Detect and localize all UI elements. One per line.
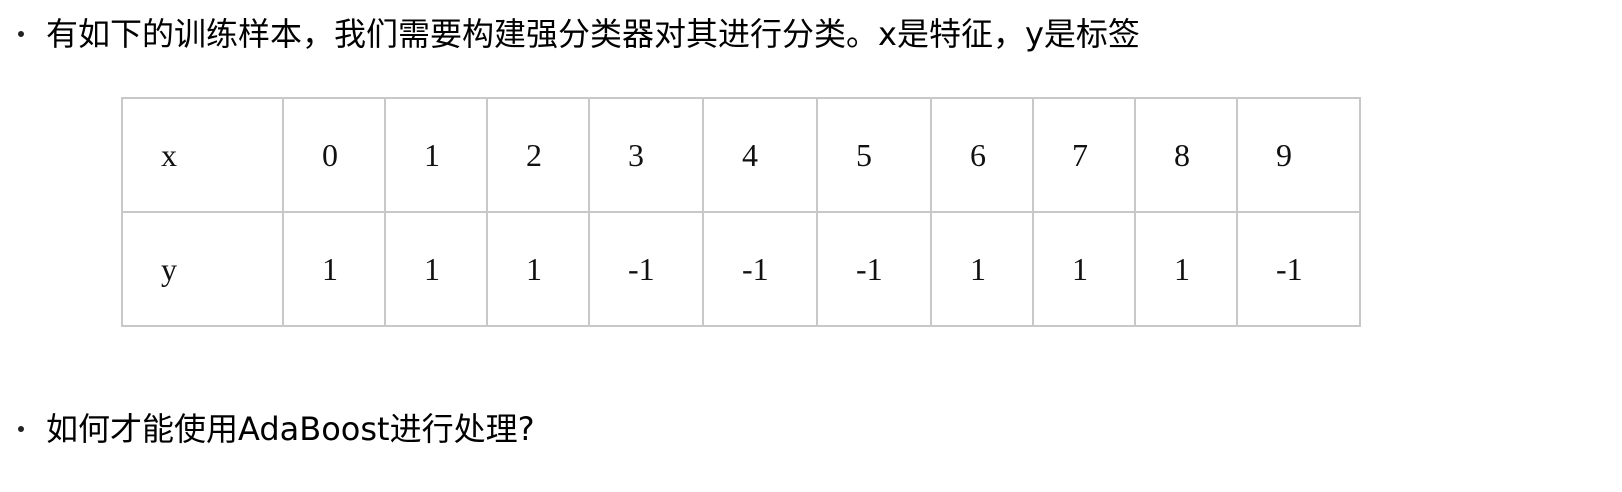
table-cell: 9 (1236, 97, 1361, 213)
table-cell: -1 (816, 211, 932, 327)
table-row-x: x 0 1 2 3 4 5 6 7 8 9 (121, 97, 1361, 213)
table-row-y: y 1 1 1 -1 -1 -1 1 1 1 -1 (121, 211, 1361, 327)
bullet-item-problem: 有如下的训练样本，我们需要构建强分类器对其进行分类。x是特征，y是标签 (0, 18, 1140, 50)
bullet-item-question: 如何才能使用AdaBoost进行处理? (0, 413, 535, 445)
table-cell: 1 (384, 211, 488, 327)
table-cell: 1 (486, 211, 590, 327)
table-cell: 7 (1032, 97, 1136, 213)
table-cell: 4 (702, 97, 818, 213)
table-cell: -1 (702, 211, 818, 327)
table-cell: 5 (816, 97, 932, 213)
table-cell: 8 (1134, 97, 1238, 213)
bullet-dot-icon (18, 31, 24, 37)
table-cell: 1 (282, 211, 386, 327)
bullet-text: 有如下的训练样本，我们需要构建强分类器对其进行分类。x是特征，y是标签 (46, 15, 1140, 53)
training-sample-table-container: x 0 1 2 3 4 5 6 7 8 9 y 1 1 1 -1 -1 -1 1… (121, 97, 1361, 327)
table-cell: 1 (1032, 211, 1136, 327)
bullet-text: 如何才能使用AdaBoost进行处理? (46, 410, 535, 448)
table-cell: 1 (930, 211, 1034, 327)
table-cell: 2 (486, 97, 590, 213)
table-cell: 1 (384, 97, 488, 213)
table-cell: 3 (588, 97, 704, 213)
table-cell: -1 (588, 211, 704, 327)
training-sample-table: x 0 1 2 3 4 5 6 7 8 9 y 1 1 1 -1 -1 -1 1… (121, 97, 1361, 327)
table-cell: -1 (1236, 211, 1361, 327)
row-header-y: y (121, 211, 284, 327)
row-header-x: x (121, 97, 284, 213)
table-cell: 1 (1134, 211, 1238, 327)
table-cell: 6 (930, 97, 1034, 213)
bullet-dot-icon (18, 426, 24, 432)
table-cell: 0 (282, 97, 386, 213)
